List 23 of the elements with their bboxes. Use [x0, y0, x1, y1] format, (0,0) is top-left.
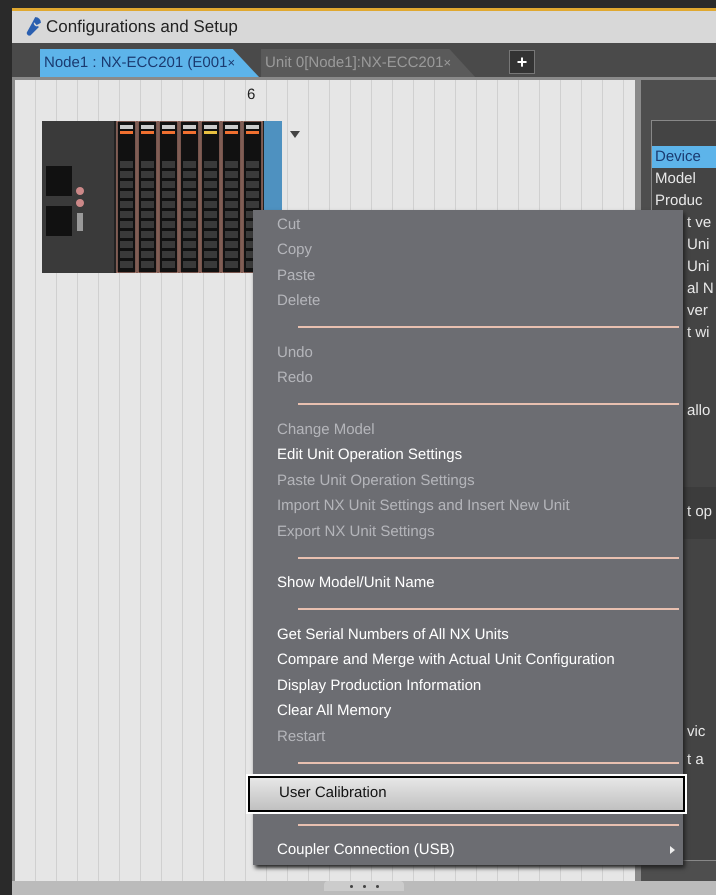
property-item[interactable]: Device — [652, 146, 716, 168]
close-icon[interactable]: × — [227, 53, 236, 73]
menu-item[interactable]: Clear All Memory — [253, 698, 683, 724]
menu-item[interactable]: Coupler Connection (USB) — [253, 838, 683, 863]
property-text: vic — [686, 722, 706, 742]
property-item[interactable]: Produc — [652, 190, 716, 212]
property-text: t op — [686, 502, 712, 522]
tab[interactable]: Node1 : NX-ECC201 (E001× — [40, 49, 260, 77]
property-item[interactable]: Model — [652, 168, 716, 190]
window-title: Configurations and Setup — [46, 16, 238, 38]
add-tab-button[interactable]: + — [509, 50, 536, 74]
menu-item[interactable]: Edit Unit Operation Settings — [253, 442, 683, 468]
menu-item[interactable]: User Calibration — [248, 776, 685, 812]
menu-item[interactable]: Get Serial Numbers of All NX Units — [253, 622, 683, 648]
property-text: allo — [686, 401, 712, 421]
menu-item[interactable]: Display Production Information — [253, 673, 683, 698]
menu-item[interactable]: Compare and Merge with Actual Unit Configuration — [253, 648, 683, 673]
splitter-handle[interactable] — [324, 881, 404, 891]
property-text: t a — [686, 750, 705, 770]
slot-number: 6 — [247, 85, 256, 105]
submenu-arrow-icon — [670, 846, 675, 854]
dropdown-arrow-icon[interactable] — [290, 130, 300, 138]
menu-item[interactable]: Show Model/Unit Name — [253, 570, 683, 596]
